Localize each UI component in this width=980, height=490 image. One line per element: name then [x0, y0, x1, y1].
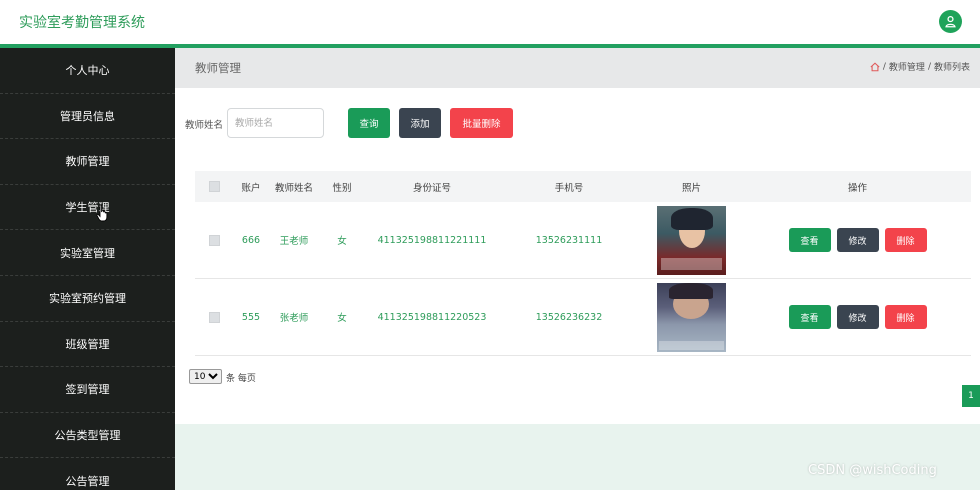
breadcrumb: / 教师管理 / 教师列表 [870, 60, 970, 73]
column-header-idcard: 身份证号 [412, 182, 451, 194]
sidebar-item-label: 公告类型管理 [54, 429, 121, 443]
cell-name: 王老师 [279, 236, 309, 247]
main-area: 教师管理 / 教师管理 / 教师列表 教师姓名 查询 添加 批量删除 账户 教师… [175, 48, 980, 490]
batch-delete-button[interactable]: 批量删除 [450, 108, 513, 138]
sidebar-item-label: 公告管理 [65, 474, 110, 488]
column-header-gender: 性别 [332, 182, 352, 194]
teacher-photo [657, 282, 726, 352]
column-header-photo: 照片 [681, 182, 701, 194]
header-checkbox-cell [195, 181, 233, 192]
delete-button[interactable]: 删除 [884, 305, 927, 329]
column-header-actions: 操作 [847, 182, 867, 194]
home-icon[interactable] [870, 62, 880, 72]
user-icon [945, 15, 956, 28]
breadcrumb-item-teacher-management[interactable]: 教师管理 [889, 60, 925, 73]
sidebar-item-label: 教师管理 [65, 155, 110, 169]
row-checkbox[interactable] [208, 234, 220, 246]
teacher-name-search-input[interactable] [227, 108, 324, 138]
select-all-checkbox[interactable] [208, 181, 220, 192]
sidebar-item-personal-center[interactable]: 个人中心 [0, 48, 175, 94]
breadcrumb-bar: 教师管理 / 教师管理 / 教师列表 [175, 48, 980, 88]
breadcrumb-item-teacher-list: 教师列表 [933, 63, 970, 73]
page-size-suffix: 条 每页 [226, 374, 256, 384]
cell-idcard: 411325198811220523 [377, 311, 487, 323]
cell-actions: 查看 修改 删除 [744, 305, 971, 329]
sidebar-item-teacher-management[interactable]: 教师管理 [0, 139, 175, 185]
sidebar-item-label: 实验室预约管理 [49, 292, 126, 306]
cell-phone: 13526236232 [535, 311, 603, 323]
add-button[interactable]: 添加 [399, 108, 441, 138]
user-avatar[interactable] [939, 10, 962, 33]
sidebar-item-label: 个人中心 [65, 64, 110, 78]
sidebar-item-lab-management[interactable]: 实验室管理 [0, 230, 175, 276]
table-row: 555 张老师 女 411325198811220523 13526236232… [195, 279, 971, 356]
column-header-account: 账户 [241, 182, 261, 194]
content-panel: 教师姓名 查询 添加 批量删除 账户 教师姓名 性别 身份证号 手机号 照片 操… [175, 88, 980, 424]
cell-gender: 女 [337, 236, 347, 247]
sidebar-item-label: 管理员信息 [60, 109, 115, 123]
cell-photo [639, 282, 744, 352]
sidebar-item-label: 实验室管理 [60, 246, 115, 260]
app-title: 实验室考勤管理系统 [19, 15, 145, 31]
table-header: 账户 教师姓名 性别 身份证号 手机号 照片 操作 [195, 171, 971, 202]
sidebar-item-label: 签到管理 [65, 383, 110, 397]
sidebar: 个人中心 管理员信息 教师管理 学生管理 实验室管理 实验室预约管理 班级管理 … [0, 48, 175, 490]
teacher-photo [657, 205, 726, 275]
top-header: 实验室考勤管理系统 [0, 0, 980, 44]
sidebar-item-label: 班级管理 [65, 337, 110, 351]
view-button[interactable]: 查看 [788, 305, 831, 329]
breadcrumb-separator: / [927, 61, 931, 72]
cell-account: 555 [241, 311, 261, 323]
column-header-name: 教师姓名 [274, 182, 313, 194]
pagination-page-1[interactable]: 1 [962, 385, 980, 407]
cell-account: 666 [241, 234, 261, 246]
delete-button[interactable]: 删除 [884, 228, 927, 252]
row-checkbox-cell [195, 311, 233, 323]
view-button[interactable]: 查看 [788, 228, 831, 252]
edit-button[interactable]: 修改 [836, 305, 879, 329]
sidebar-item-lab-booking[interactable]: 实验室预约管理 [0, 276, 175, 322]
cell-phone: 13526231111 [535, 234, 603, 246]
column-header-phone: 手机号 [554, 182, 584, 194]
sidebar-item-notice-management[interactable]: 公告管理 [0, 458, 175, 490]
cell-actions: 查看 修改 删除 [744, 228, 971, 252]
row-checkbox-cell [195, 234, 233, 246]
sidebar-item-notice-type[interactable]: 公告类型管理 [0, 413, 175, 459]
search-label: 教师姓名 [185, 120, 224, 131]
query-button[interactable]: 查询 [348, 108, 390, 138]
sidebar-item-student-management[interactable]: 学生管理 [0, 185, 175, 231]
cell-photo [639, 205, 744, 275]
edit-button[interactable]: 修改 [836, 228, 879, 252]
row-checkbox[interactable] [208, 311, 220, 323]
cell-gender: 女 [337, 313, 347, 324]
page-size-select[interactable]: 10 [189, 369, 222, 384]
table-row: 666 王老师 女 411325198811221111 13526231111… [195, 202, 971, 279]
breadcrumb-separator: / [882, 61, 886, 72]
page-title: 教师管理 [195, 61, 241, 75]
cell-name: 张老师 [279, 313, 309, 324]
cell-idcard: 411325198811221111 [377, 234, 487, 246]
sidebar-item-class-management[interactable]: 班级管理 [0, 322, 175, 368]
teacher-table: 账户 教师姓名 性别 身份证号 手机号 照片 操作 666 王老师 女 4113… [195, 171, 971, 356]
sidebar-item-admin-info[interactable]: 管理员信息 [0, 94, 175, 140]
sidebar-item-checkin-management[interactable]: 签到管理 [0, 367, 175, 413]
hand-cursor-icon [96, 204, 108, 222]
watermark: CSDN @wishCoding [808, 463, 937, 478]
